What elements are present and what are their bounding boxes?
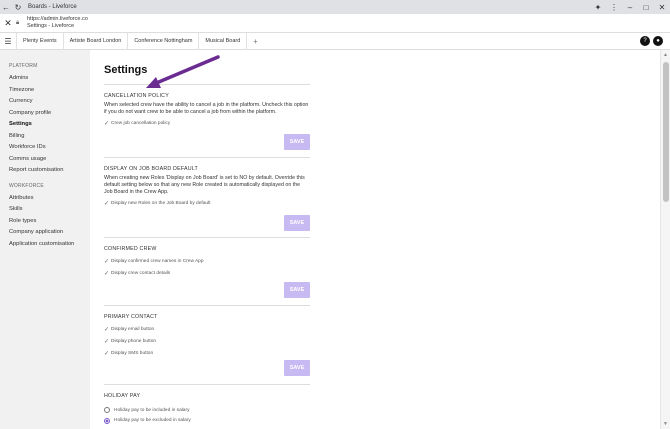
scrollbar-thumb[interactable] (663, 62, 669, 202)
checkbox-confirmed-crew-names[interactable]: ✓ Display confirmed crew names in Crew A… (104, 258, 310, 265)
tab-plenty-events[interactable]: Plenty Events (16, 32, 63, 50)
checkbox-label: Crew job cancellation policy (111, 120, 171, 126)
cancellation-policy-card: CANCELLATION POLICY When selected crew h… (104, 84, 310, 166)
checkbox-crew-job-cancellation[interactable]: ✓ Crew job cancellation policy (104, 120, 310, 127)
browser-titlebar: ← ↻ Boards - Liveforce ✦ ⋮ – □ ✕ (0, 0, 670, 14)
radio-holiday-pay-excluded[interactable]: Holiday pay to be excluded in salary (104, 417, 310, 424)
radio-checked-icon (104, 417, 110, 424)
add-tab-button[interactable]: + (246, 32, 264, 50)
job-board-default-desc: When creating new Roles 'Display on Job … (104, 175, 305, 196)
checkbox-label: Display email button (111, 327, 155, 332)
checkbox-label: Display new Roles on the Job Board by de… (111, 201, 211, 207)
radio-unchecked-icon (104, 407, 110, 413)
checkmark-icon: ✓ (104, 120, 110, 127)
sidebar-item-skills[interactable]: Skills (0, 204, 90, 216)
sidebar-item-role-types[interactable]: Role types (0, 216, 90, 228)
confirmed-crew-card: CONFIRMED CREW ✓ Display confirmed crew … (104, 237, 310, 307)
tab-conference-nottingham[interactable]: Conference Nottingham (127, 32, 198, 50)
checkbox-label: Display crew contact details (111, 271, 171, 276)
checkmark-icon: ✓ (104, 259, 110, 265)
checkmark-icon: ✓ (104, 339, 110, 345)
hamburger-menu-icon[interactable]: ☰ (0, 37, 16, 46)
checkmark-icon: ✓ (104, 351, 110, 357)
checkbox-display-email-button[interactable]: ✓ Display email button (104, 326, 310, 333)
confirmed-crew-title: CONFIRMED CREW (104, 246, 157, 252)
menu-dots-icon[interactable]: ⋮ (606, 3, 622, 12)
save-button-cancellation[interactable]: SAVE (284, 134, 310, 150)
checkbox-display-new-roles[interactable]: ✓ Display new Roles on the Job Board by … (104, 200, 310, 207)
lock-icon: 🔒︎ (16, 19, 20, 26)
job-board-default-card: DISPLAY ON JOB BOARD DEFAULT When creati… (104, 157, 310, 237)
checkbox-label: Display phone button (111, 339, 157, 344)
primary-contact-card: PRIMARY CONTACT ✓ Display email button ✓… (104, 305, 310, 385)
holiday-pay-card: HOLIDAY PAY Holiday pay to be included i… (104, 384, 310, 429)
scroll-down-icon[interactable]: ▼ (663, 421, 668, 427)
cancellation-policy-title: CANCELLATION POLICY (104, 93, 169, 99)
page-scrollbar[interactable]: ▲ ▼ (660, 50, 670, 429)
sidebar-item-settings[interactable]: Settings (0, 119, 90, 131)
scroll-up-icon[interactable]: ▲ (663, 52, 668, 58)
sidebar-item-admins[interactable]: Admins (0, 73, 90, 85)
checkbox-label: Display confirmed crew names in Crew App (111, 259, 204, 264)
sidebar-item-billing[interactable]: Billing (0, 131, 90, 143)
holiday-pay-title: HOLIDAY PAY (104, 393, 141, 399)
reload-icon[interactable]: ↻ (12, 0, 24, 14)
checkmark-icon: ✓ (104, 201, 110, 208)
board-tabs: ☰ Plenty Events Artiste Board London Con… (0, 32, 670, 50)
save-button-confirmed-crew[interactable]: SAVE (284, 282, 310, 298)
help-icon[interactable]: ? (640, 36, 650, 46)
user-avatar-icon[interactable]: ● (653, 36, 663, 46)
sidebar-item-company-application[interactable]: Company application (0, 227, 90, 239)
save-button-primary-contact[interactable]: SAVE (284, 360, 310, 376)
address-info: https://admin.liveforce.co Settings - Li… (27, 16, 88, 30)
sidebar-section-workforce: WORKFORCE (9, 182, 44, 189)
sidebar-item-workforce-ids[interactable]: Workforce IDs (0, 142, 90, 154)
checkbox-crew-contact-details[interactable]: ✓ Display crew contact details (104, 270, 310, 277)
close-icon[interactable]: ✕ (0, 18, 16, 29)
checkmark-icon: ✓ (104, 271, 110, 277)
sidebar-item-report-customisation[interactable]: Report customisation (0, 165, 90, 177)
window-close-icon[interactable]: ✕ (654, 3, 670, 12)
sidebar-item-timezone[interactable]: Timezone (0, 85, 90, 97)
radio-holiday-pay-included[interactable]: Holiday pay to be included in salary (104, 407, 310, 413)
browser-tab-title: Boards - Liveforce (28, 4, 77, 10)
url-text[interactable]: https://admin.liveforce.co (27, 16, 88, 23)
sidebar-item-attributes[interactable]: Attributes (0, 193, 90, 205)
address-bar: ✕ 🔒︎ https://admin.liveforce.co Settings… (0, 14, 670, 33)
sidebar-item-comms-usage[interactable]: Comms usage (0, 154, 90, 166)
sidebar-section-platform: PLATFORM (9, 63, 38, 69)
page-title-text: Settings - Liveforce (27, 23, 75, 29)
tab-musical-board[interactable]: Musical Board (198, 32, 246, 50)
maximize-icon[interactable]: □ (638, 3, 654, 12)
tab-artiste-board-london[interactable]: Artiste Board London (62, 32, 128, 50)
cancellation-policy-desc: When selected crew have the ability to c… (104, 102, 309, 116)
save-button-job-board[interactable]: SAVE (284, 215, 310, 231)
checkbox-display-sms-button[interactable]: ✓ Display SMS button (104, 350, 310, 357)
checkbox-display-phone-button[interactable]: ✓ Display phone button (104, 338, 310, 345)
radio-label: Holiday pay to be excluded in salary (114, 418, 191, 423)
sidebar: PLATFORM Admins Timezone Currency Compan… (0, 50, 90, 429)
sidebar-item-application-customisation[interactable]: Application customisation (0, 239, 90, 251)
job-board-default-title: DISPLAY ON JOB BOARD DEFAULT (104, 166, 198, 172)
checkmark-icon: ✓ (104, 327, 110, 333)
minimize-icon[interactable]: – (622, 3, 638, 12)
primary-contact-title: PRIMARY CONTACT (104, 314, 158, 320)
extensions-icon[interactable]: ✦ (590, 3, 606, 12)
radio-label: Holiday pay to be included in salary (114, 407, 190, 413)
back-arrow-icon[interactable]: ← (0, 0, 12, 14)
checkbox-label: Display SMS button (111, 351, 154, 356)
main-content: Settings CANCELLATION POLICY When select… (90, 50, 660, 429)
page-title: Settings (104, 64, 148, 76)
sidebar-item-company-profile[interactable]: Company profile (0, 108, 90, 120)
sidebar-item-currency[interactable]: Currency (0, 96, 90, 108)
